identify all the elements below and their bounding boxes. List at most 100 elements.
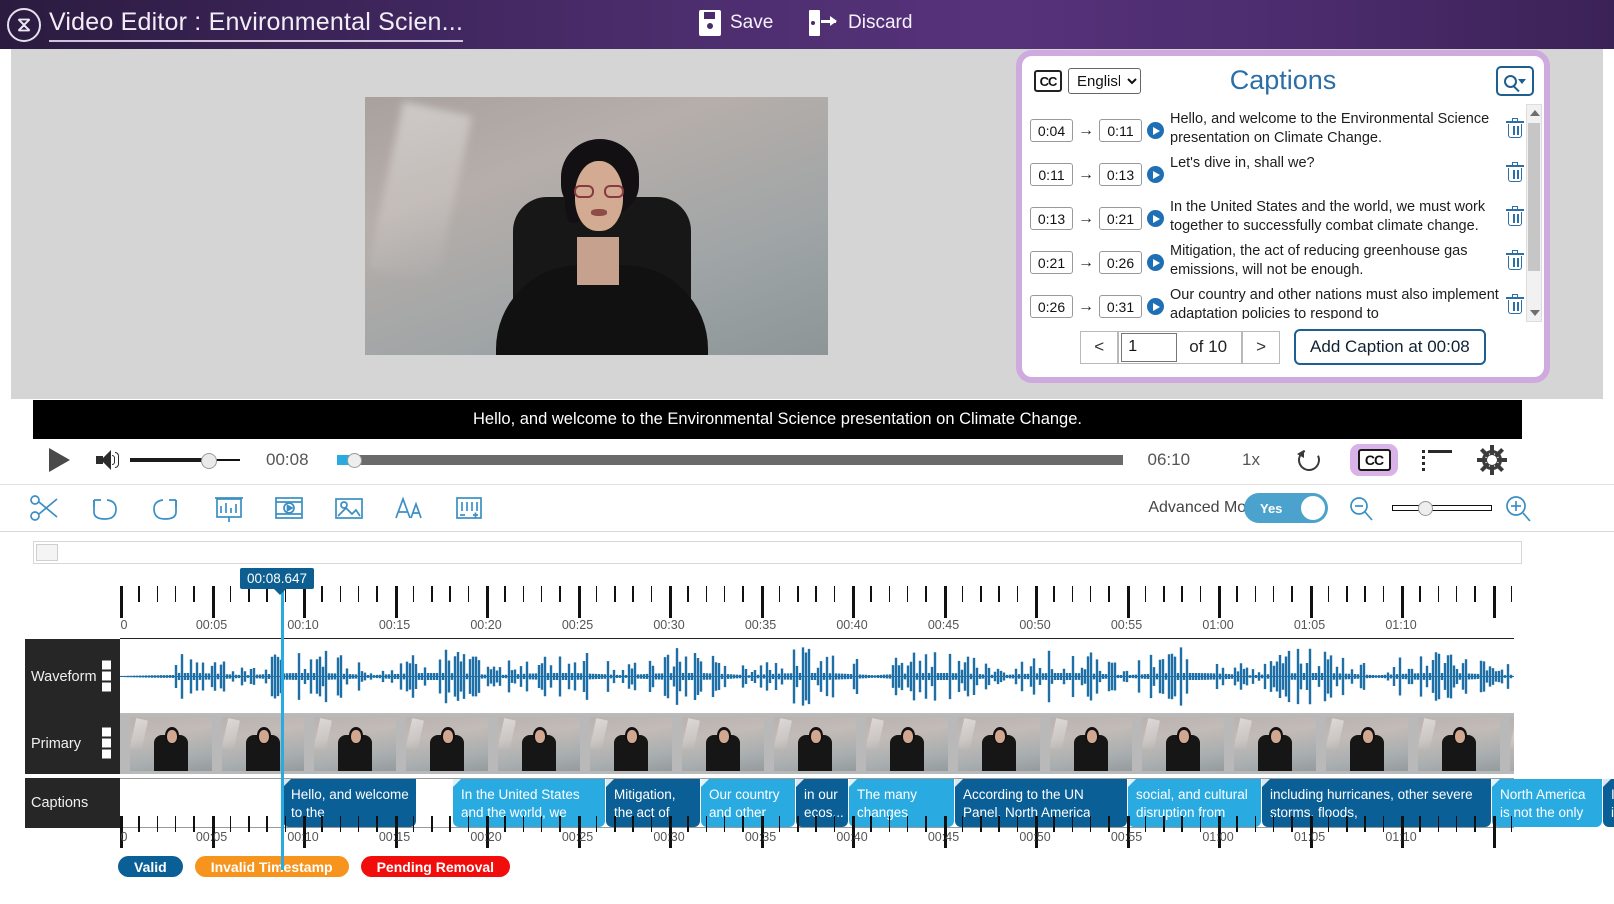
video-thumbnail[interactable]: [1050, 717, 1132, 771]
caption-item[interactable]: 0:26 → 0:31 Our country and other nation…: [1030, 280, 1536, 319]
video-thumbnail[interactable]: [682, 717, 764, 771]
delete-caption-icon[interactable]: [1506, 119, 1524, 139]
track-header-primary[interactable]: Primary: [25, 714, 120, 774]
caption-item[interactable]: 0:11 → 0:13 Let's dive in, shall we?: [1030, 148, 1536, 192]
video-clip-icon[interactable]: [272, 492, 306, 524]
zoom-in-icon[interactable]: [1504, 494, 1532, 522]
play-caption-icon[interactable]: [1147, 210, 1164, 227]
delete-caption-icon[interactable]: [1506, 295, 1524, 315]
timeline-ruler[interactable]: 000:0500:1000:1500:2000:2500:3000:3500:4…: [120, 586, 1514, 639]
video-thumbnail[interactable]: [314, 717, 396, 771]
caption-text[interactable]: Let's dive in, shall we?: [1170, 152, 1506, 173]
video-thumbnail[interactable]: [498, 717, 580, 771]
text-icon[interactable]: [392, 492, 426, 524]
scrollbar-thumb[interactable]: [1528, 123, 1540, 271]
caption-chip-handle[interactable]: [1492, 779, 1500, 787]
video-preview[interactable]: [365, 97, 828, 355]
caption-start-time[interactable]: 0:26: [1030, 295, 1073, 318]
caption-end-time[interactable]: 0:13: [1099, 163, 1142, 186]
caption-chip-handle[interactable]: [1262, 779, 1270, 787]
video-thumbnail[interactable]: [130, 717, 212, 771]
playhead[interactable]: [281, 570, 284, 870]
caption-item[interactable]: 0:04 → 0:11 Hello, and welcome to the En…: [1030, 104, 1536, 148]
video-thumbnail[interactable]: [222, 717, 304, 771]
track-menu-icon[interactable]: [102, 728, 111, 761]
video-thumbnail[interactable]: [1510, 717, 1514, 771]
page-number-input[interactable]: [1121, 333, 1177, 362]
caption-chip[interactable]: Our country and other: [701, 779, 795, 827]
playback-speed-button[interactable]: 1x: [1242, 450, 1260, 470]
zoom-out-icon[interactable]: [1348, 495, 1374, 521]
video-thumbnail[interactable]: [590, 717, 672, 771]
waveform-body[interactable]: [120, 639, 1514, 714]
delete-caption-icon[interactable]: [1506, 251, 1524, 271]
settings-gear-icon[interactable]: [1478, 446, 1506, 474]
caption-chip[interactable]: Mitigation, the act of: [606, 779, 700, 827]
caption-list[interactable]: 0:04 → 0:11 Hello, and welcome to the En…: [1030, 104, 1536, 319]
caption-chip-handle[interactable]: [849, 779, 857, 787]
audio-levels-icon[interactable]: [452, 492, 486, 524]
prev-page-button[interactable]: <: [1080, 331, 1118, 364]
caption-chip-handle[interactable]: [955, 779, 963, 787]
volume-slider[interactable]: [130, 451, 240, 469]
video-thumbnail[interactable]: [866, 717, 948, 771]
play-icon[interactable]: [49, 448, 70, 472]
caption-chip[interactable]: social, and cultural disruption from: [1128, 779, 1261, 827]
caption-start-time[interactable]: 0:13: [1030, 207, 1073, 230]
caption-chip[interactable]: The many changes: [849, 779, 954, 827]
track-menu-icon[interactable]: [102, 660, 111, 693]
timeline-horizontal-scrollbar[interactable]: [33, 541, 1522, 564]
undo-icon[interactable]: [88, 492, 122, 524]
transcript-list-icon[interactable]: [1422, 450, 1452, 470]
video-thumbnail[interactable]: [1142, 717, 1224, 771]
track-header-captions[interactable]: Captions: [25, 778, 120, 828]
save-button[interactable]: Save: [699, 10, 773, 36]
video-thumbnail[interactable]: [1234, 717, 1316, 771]
caption-chip-handle[interactable]: [606, 779, 614, 787]
primary-video-strip[interactable]: [120, 714, 1514, 774]
replay-icon[interactable]: [1296, 447, 1322, 473]
caption-text[interactable]: Hello, and welcome to the Environmental …: [1170, 108, 1506, 148]
track-header-waveform[interactable]: Waveform: [25, 639, 120, 714]
discard-button[interactable]: Discard: [809, 10, 912, 36]
caption-chip-handle[interactable]: [453, 779, 461, 787]
play-caption-icon[interactable]: [1147, 298, 1164, 315]
next-page-button[interactable]: >: [1242, 331, 1280, 364]
caption-chip-handle[interactable]: [283, 779, 291, 787]
caption-chip[interactable]: In the United States and the world, we: [453, 779, 605, 827]
timeline-ruler-bottom[interactable]: 000:0500:1000:1500:2000:2500:3000:3500:4…: [120, 828, 1514, 852]
add-caption-button[interactable]: Add Caption at 00:08: [1294, 329, 1486, 365]
video-thumbnail[interactable]: [958, 717, 1040, 771]
caption-chip-handle[interactable]: [701, 779, 709, 787]
caption-chip[interactable]: in our ecos...: [796, 779, 848, 827]
cut-icon[interactable]: [28, 492, 62, 524]
video-thumbnail[interactable]: [1326, 717, 1408, 771]
chart-icon[interactable]: [212, 492, 246, 524]
caption-text[interactable]: In the United States and the world, we m…: [1170, 196, 1506, 236]
scroll-down-icon[interactable]: [1530, 310, 1540, 316]
caption-chip-handle[interactable]: [796, 779, 804, 787]
caption-search-button[interactable]: [1496, 66, 1534, 96]
caption-end-time[interactable]: 0:26: [1099, 251, 1142, 274]
caption-text[interactable]: Our country and other nations must also …: [1170, 284, 1506, 319]
caption-track-body[interactable]: Hello, and welcome to theIn the United S…: [120, 778, 1514, 828]
caption-chip-handle[interactable]: [1128, 779, 1136, 787]
scrollbar-thumb[interactable]: [36, 544, 58, 561]
caption-end-time[interactable]: 0:11: [1099, 119, 1142, 142]
advanced-mode-toggle[interactable]: Yes: [1244, 493, 1328, 523]
redo-icon[interactable]: [148, 492, 182, 524]
caption-list-scrollbar[interactable]: [1526, 104, 1542, 322]
caption-item[interactable]: 0:13 → 0:21 In the United States and the…: [1030, 192, 1536, 236]
seek-slider[interactable]: [337, 453, 1124, 467]
play-caption-icon[interactable]: [1147, 122, 1164, 139]
delete-caption-icon[interactable]: [1506, 207, 1524, 227]
delete-caption-icon[interactable]: [1506, 163, 1524, 183]
caption-start-time[interactable]: 0:11: [1030, 163, 1073, 186]
play-caption-icon[interactable]: [1147, 254, 1164, 271]
timeline-zoom-slider[interactable]: [1392, 501, 1492, 515]
caption-chip[interactable]: North America is not the only: [1492, 779, 1602, 827]
video-thumbnail[interactable]: [774, 717, 856, 771]
video-thumbnail[interactable]: [406, 717, 488, 771]
caption-end-time[interactable]: 0:31: [1099, 295, 1142, 318]
caption-start-time[interactable]: 0:21: [1030, 251, 1073, 274]
